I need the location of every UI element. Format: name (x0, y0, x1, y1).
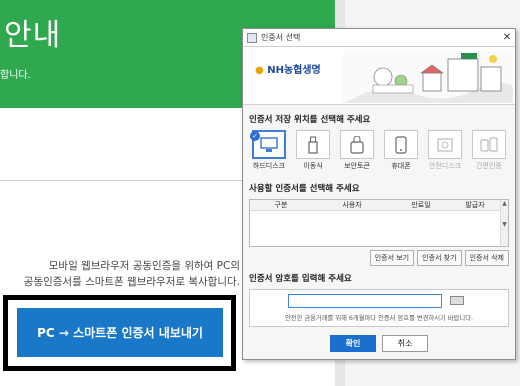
cancel-button[interactable]: 취소 (382, 335, 428, 352)
col-expiry: 만료일 (411, 201, 431, 209)
cert-dialog: 인증서 선택 ✕ ● NH농협생명 인증서 저장 위치를 선택해 주세요 ✓ 하… (242, 28, 516, 360)
phone-icon (395, 135, 407, 154)
col-type: 구분 (274, 201, 288, 209)
device-label: 안전디스크 (428, 162, 462, 170)
location-heading: 인증서 저장 위치를 선택해 주세요 (249, 115, 371, 125)
cert-heading: 사용할 인증서를 선택해 주세요 (249, 184, 360, 194)
password-heading: 인증서 암호를 입력해 주세요 (249, 274, 352, 284)
window-icon (247, 32, 257, 43)
close-icon[interactable]: ✕ (499, 32, 515, 43)
device-list: ✓ 하드디스크 이동식 보안토큰 휴대폰 안전디스크 간편인증 (249, 130, 509, 174)
col-user: 사용자 (342, 201, 362, 209)
page-subtext: 합니다. (0, 70, 31, 81)
dialog-banner: ● NH농협생명 (243, 47, 515, 105)
device-harddisk[interactable]: ✓ 하드디스크 (249, 130, 289, 174)
nh-logo: ● NH농협생명 (255, 65, 321, 76)
monitor-icon (260, 136, 278, 152)
page-heading: 안내 (4, 18, 62, 53)
mobile-notice-line1: 모바일 웹브라우저 공동인증을 위하여 PC의 (48, 260, 240, 272)
usb-icon (308, 136, 318, 154)
device-phone[interactable]: 휴대폰 (381, 130, 421, 174)
device-label: 하드디스크 (252, 162, 286, 170)
device-token[interactable]: 보안토큰 (337, 130, 377, 174)
safe-disk-icon (437, 137, 453, 152)
device-simple-auth: 간편인증 (469, 130, 509, 174)
export-cert-button[interactable]: PC → 스마트폰 인증서 내보내기 (17, 308, 223, 357)
device-label: 휴대폰 (391, 162, 411, 170)
simple-auth-icon (480, 136, 498, 152)
check-icon: ✓ (250, 131, 260, 141)
keyboard-icon[interactable] (450, 296, 464, 305)
mobile-notice: 모바일 웹브라우저 공동인증을 위하여 PC의 공동인증서를 스마트폰 웹브라우… (0, 258, 240, 290)
dialog-title: 인증서 선택 (261, 33, 301, 42)
screen: 안내 합니다. 모바일 웹브라우저 공동인증을 위하여 PC의 공동인증서를 스… (0, 0, 520, 386)
device-removable[interactable]: 이동식 (293, 130, 333, 174)
view-cert-button[interactable]: 인증서 보기 (369, 250, 415, 266)
find-cert-button[interactable]: 인증서 찾기 (417, 250, 462, 266)
export-button-frame: PC → 스마트폰 인증서 내보내기 (3, 295, 236, 371)
col-issuer: 발급자 (465, 201, 485, 209)
device-label: 보안토큰 (344, 162, 370, 170)
device-label: 이동식 (303, 162, 323, 170)
dialog-buttons: 확인 취소 (249, 335, 509, 352)
table-scrollbar[interactable]: ▲ ▼ (500, 200, 508, 246)
cert-table[interactable]: 구분 사용자 만료일 발급자 ▲ ▼ (249, 199, 509, 247)
password-input[interactable] (288, 294, 442, 308)
password-box: 안전한 금융거래를 위해 6개월마다 인증서 암호를 변경하시기 바랍니다. (249, 289, 509, 327)
location-section: 인증서 저장 위치를 선택해 주세요 ✓ 하드디스크 이동식 보안토큰 휴대폰 … (243, 113, 515, 352)
mobile-notice-line2: 공동인증서를 스마트폰 웹브라우저로 복사합니다. (23, 276, 240, 288)
logo-text: NH농협생명 (267, 65, 321, 76)
table-header: 구분 사용자 만료일 발급자 (250, 200, 508, 211)
device-safe-disk: 안전디스크 (425, 130, 465, 174)
town-illustration (343, 51, 513, 103)
cert-buttons: 인증서 보기 인증서 찾기 인증서 삭제 (249, 250, 509, 266)
delete-cert-button[interactable]: 인증서 삭제 (464, 250, 509, 266)
password-note: 안전한 금융거래를 위해 6개월마다 인증서 암호를 변경하시기 바랍니다. (284, 315, 474, 322)
token-icon (350, 135, 364, 154)
dialog-titlebar[interactable]: 인증서 선택 ✕ (243, 29, 515, 47)
device-label: 간편인증 (476, 162, 502, 170)
ok-button[interactable]: 확인 (330, 335, 376, 352)
